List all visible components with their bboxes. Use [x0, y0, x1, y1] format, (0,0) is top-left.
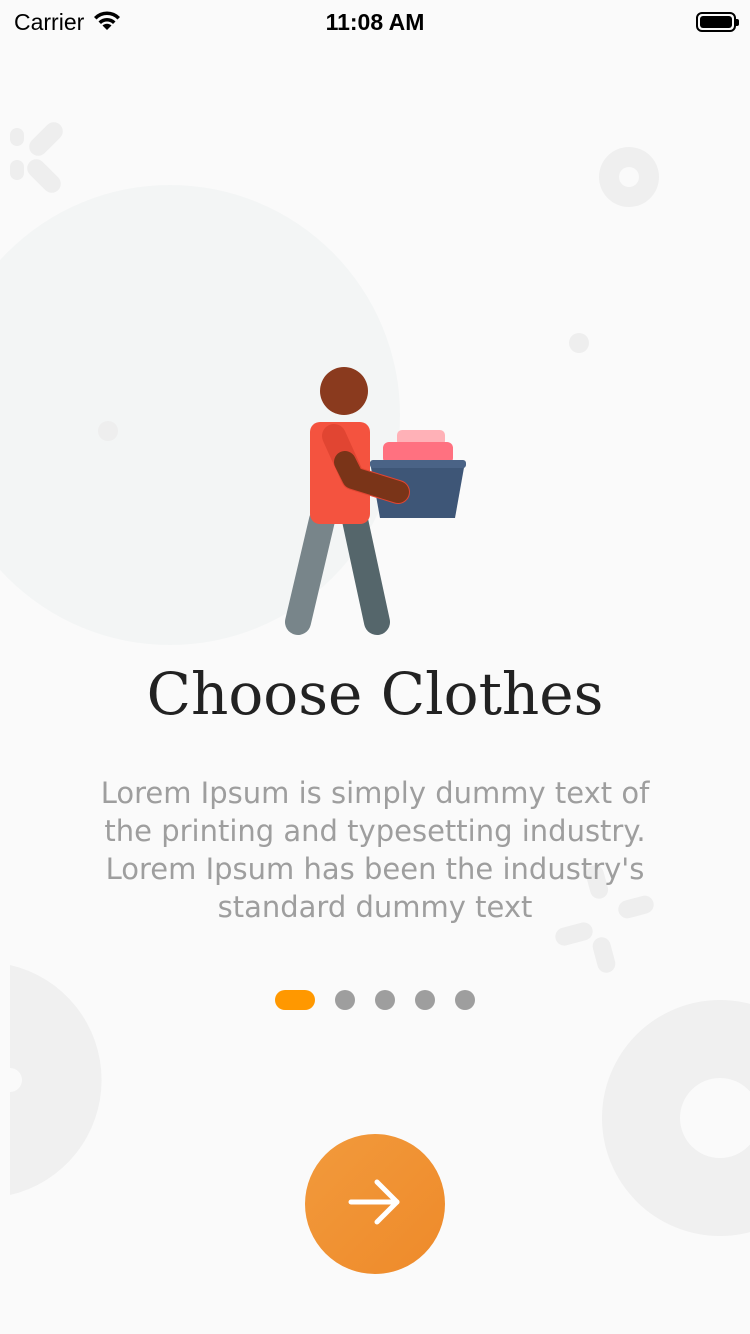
page-dot[interactable]	[455, 990, 475, 1010]
page-dot[interactable]	[335, 990, 355, 1010]
arrow-right-icon	[347, 1177, 403, 1232]
onboarding-title: Choose Clothes	[146, 660, 604, 728]
next-button[interactable]	[305, 1134, 445, 1274]
page-indicator	[0, 990, 750, 1010]
page-dot-active[interactable]	[275, 990, 315, 1010]
page-dot[interactable]	[415, 990, 435, 1010]
page-dot[interactable]	[375, 990, 395, 1010]
onboarding-description: Lorem Ipsum is simply dummy text of the …	[100, 776, 650, 924]
laundry-person-illustration	[285, 367, 466, 635]
